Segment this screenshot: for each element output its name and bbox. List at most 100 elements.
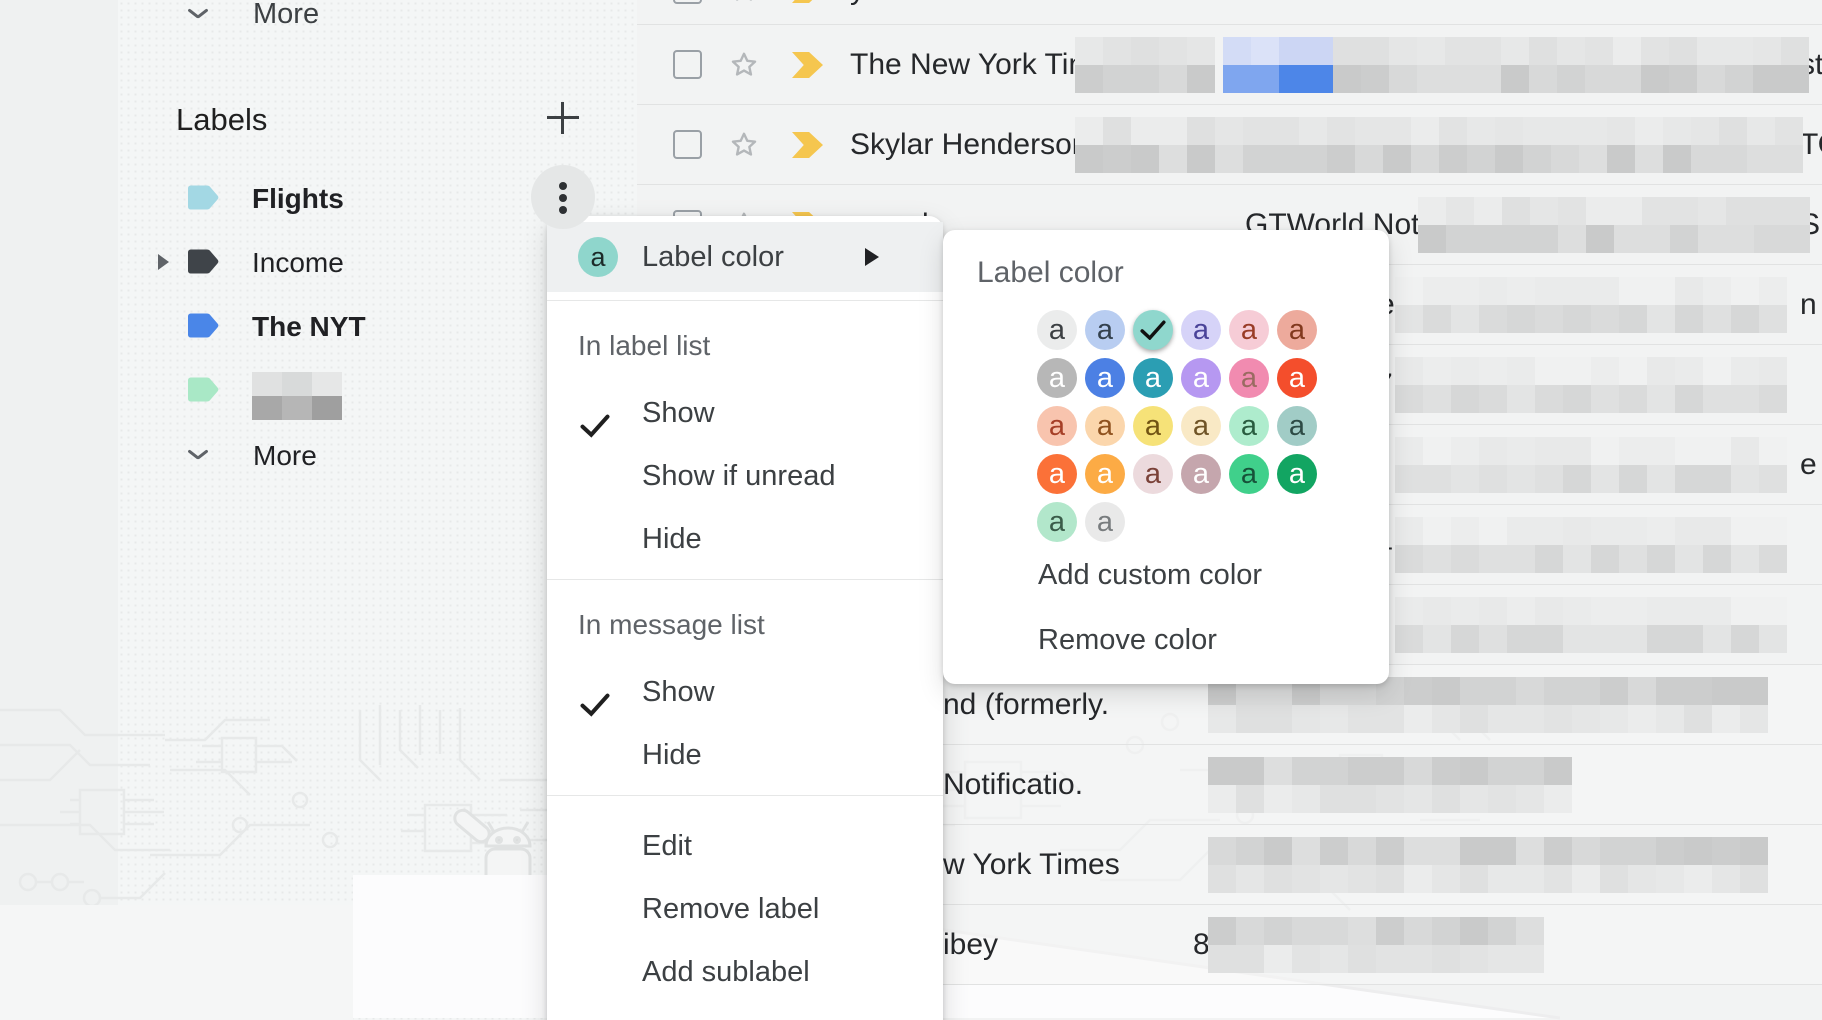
star-icon[interactable] bbox=[728, 129, 760, 161]
submenu-arrow-icon bbox=[865, 248, 879, 266]
email-row[interactable]: The New York Timesst bbox=[637, 25, 1822, 105]
redacted-text-block bbox=[1333, 37, 1809, 93]
remove-color-button[interactable]: Remove color bbox=[1038, 620, 1217, 660]
color-swatch[interactable]: a bbox=[1085, 406, 1125, 446]
menu-item-remove-label[interactable]: Remove label bbox=[547, 878, 943, 941]
color-swatch[interactable]: a bbox=[1133, 406, 1173, 446]
menu-item-label: Show if unread bbox=[642, 460, 835, 493]
window-left-edge bbox=[0, 0, 118, 1020]
color-swatch-grid: aa aaaaaaaaaaaaaaaaaaaaaaa bbox=[1037, 310, 1325, 550]
color-swatch[interactable]: a bbox=[1085, 310, 1125, 350]
color-swatch[interactable]: a bbox=[1229, 310, 1269, 350]
sender-name: nd (formerly. bbox=[943, 688, 1109, 722]
label-tag-icon bbox=[188, 376, 220, 408]
color-swatch[interactable]: a bbox=[1277, 454, 1317, 494]
label-tag-icon bbox=[188, 312, 220, 344]
label-name: The NYT bbox=[252, 311, 366, 343]
menu-item-hide[interactable]: Hide bbox=[547, 724, 943, 787]
sidebar-item-more-top[interactable]: More bbox=[118, 0, 637, 28]
redacted-text-block bbox=[1395, 517, 1787, 573]
redacted-text-block bbox=[1075, 37, 1215, 93]
label-options-button[interactable] bbox=[531, 165, 595, 229]
menu-sections: In label list Show Show if unread Hide In m… bbox=[547, 292, 943, 1004]
color-swatch[interactable]: a bbox=[1181, 454, 1221, 494]
label-color-submenu: Label color aa aaaaaaaaaaaaaaaaaaaaaaa A… bbox=[943, 230, 1389, 684]
redacted-label-name bbox=[252, 372, 342, 420]
select-checkbox[interactable] bbox=[673, 0, 702, 4]
add-custom-color-button[interactable]: Add custom color bbox=[1038, 555, 1262, 595]
menu-item-show[interactable]: Show bbox=[547, 382, 943, 445]
menu-item-label: Show bbox=[642, 676, 715, 709]
menu-divider bbox=[547, 571, 943, 589]
text-fragment-right: TO bbox=[1800, 128, 1822, 162]
color-swatch[interactable]: a bbox=[1229, 358, 1269, 398]
color-swatch[interactable]: a bbox=[1037, 502, 1077, 542]
chevron-down-icon bbox=[187, 449, 209, 461]
menu-item-label: Add sublabel bbox=[642, 956, 810, 989]
color-swatch[interactable]: a bbox=[1229, 454, 1269, 494]
star-icon[interactable] bbox=[728, 49, 760, 81]
color-swatch[interactable]: a bbox=[1229, 406, 1269, 446]
color-swatch[interactable]: a bbox=[1133, 358, 1173, 398]
color-swatch[interactable]: a bbox=[1085, 502, 1125, 542]
menu-spacer bbox=[547, 805, 943, 815]
star-icon[interactable] bbox=[728, 0, 760, 6]
color-swatch[interactable]: a bbox=[1133, 454, 1173, 494]
menu-item-label: Label color bbox=[642, 241, 784, 274]
labels-header-title: Labels bbox=[176, 102, 267, 138]
label-context-menu: a Label color In label list Show Show if … bbox=[547, 216, 943, 1020]
redacted-text-block bbox=[1395, 437, 1787, 493]
sidebar-more-label: More bbox=[253, 0, 319, 31]
color-swatch[interactable]: a bbox=[1037, 358, 1077, 398]
email-row[interactable]: Skylar HendersonTO bbox=[637, 105, 1822, 185]
color-swatch[interactable]: a bbox=[1277, 310, 1317, 350]
sender-name: ibey bbox=[943, 928, 998, 962]
redacted-text-block bbox=[1395, 357, 1787, 413]
text-fragment-right: e bbox=[1800, 448, 1817, 482]
email-row[interactable]: y bbox=[637, 0, 1822, 25]
label-color-swatch-icon: a bbox=[578, 237, 618, 277]
color-swatch[interactable]: a bbox=[1085, 454, 1125, 494]
menu-item-show-if-unread[interactable]: Show if unread bbox=[547, 445, 943, 508]
label-tag-icon bbox=[188, 184, 220, 216]
label-name: Income bbox=[252, 247, 344, 279]
color-swatch-selected[interactable] bbox=[1133, 310, 1173, 350]
sidebar-more-label: More bbox=[253, 440, 317, 472]
menu-divider bbox=[547, 292, 943, 310]
menu-section-title: In message list bbox=[547, 589, 943, 661]
redacted-text-block bbox=[1208, 757, 1572, 813]
redacted-text-block bbox=[1395, 277, 1787, 333]
select-checkbox[interactable] bbox=[673, 50, 702, 79]
color-swatch[interactable]: a bbox=[1037, 310, 1077, 350]
menu-item-hide[interactable]: Hide bbox=[547, 508, 943, 571]
color-swatch[interactable]: a bbox=[1085, 358, 1125, 398]
color-swatch[interactable]: a bbox=[1277, 358, 1317, 398]
color-swatch[interactable]: a bbox=[1181, 358, 1221, 398]
importance-marker-icon bbox=[792, 0, 823, 3]
color-swatch[interactable]: a bbox=[1037, 454, 1077, 494]
color-swatch[interactable]: a bbox=[1181, 406, 1221, 446]
sender-name: Notificatio. bbox=[943, 768, 1083, 802]
menu-section-title: In label list bbox=[547, 310, 943, 382]
menu-item-edit[interactable]: Edit bbox=[547, 815, 943, 878]
expand-arrow-icon[interactable] bbox=[158, 254, 169, 270]
color-swatch[interactable]: a bbox=[1181, 310, 1221, 350]
label-tag-icon bbox=[188, 248, 220, 280]
color-swatch[interactable]: a bbox=[1037, 406, 1077, 446]
importance-marker-icon bbox=[792, 132, 823, 158]
color-swatch[interactable]: a bbox=[1277, 406, 1317, 446]
redacted-text-block bbox=[1075, 117, 1803, 173]
gmail-screen: More Labels FlightsIncomeThe NYTMore y T… bbox=[0, 0, 1822, 1020]
sender-name: w York Times bbox=[943, 848, 1120, 882]
submenu-title: Label color bbox=[977, 256, 1124, 290]
menu-item-show[interactable]: Show bbox=[547, 661, 943, 724]
menu-item-add-sublabel[interactable]: Add sublabel bbox=[547, 941, 943, 1004]
menu-item-label: Hide bbox=[642, 523, 702, 556]
redacted-text-block bbox=[1208, 677, 1768, 733]
redacted-text-block bbox=[1208, 837, 1768, 893]
create-label-button[interactable] bbox=[545, 101, 581, 137]
chevron-down-icon bbox=[187, 8, 209, 20]
labels-header: Labels bbox=[118, 96, 637, 150]
select-checkbox[interactable] bbox=[673, 130, 702, 159]
menu-item-label-color[interactable]: a Label color bbox=[547, 222, 943, 292]
